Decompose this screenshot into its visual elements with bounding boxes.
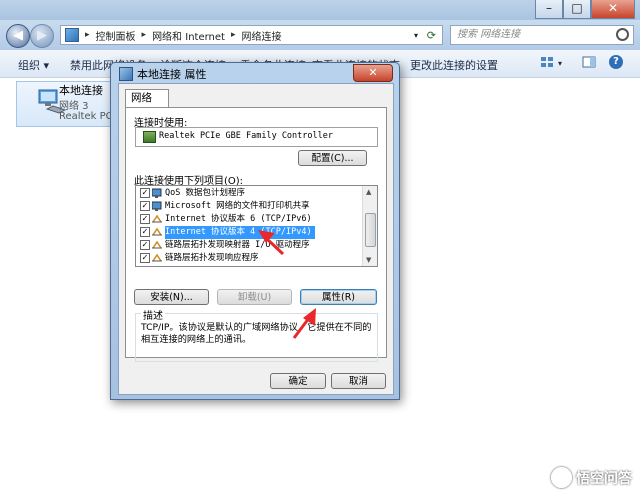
arrow-to-properties [292,308,316,339]
logo-icon [551,467,572,488]
annotation-arrows [258,230,316,339]
watermark: 悟空问答 [551,467,632,488]
arrow-to-ipv4 [258,230,285,256]
